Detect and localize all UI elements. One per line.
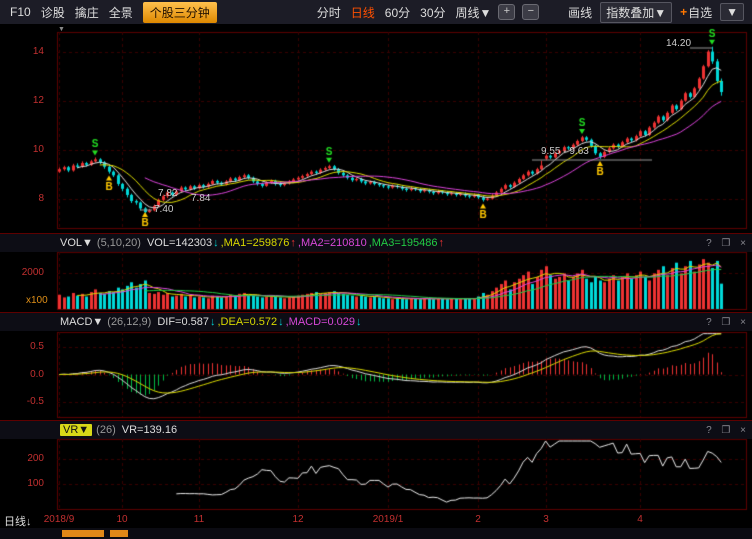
y-axis-label: 0.0 [2,369,44,380]
x-axis-label: 12 [275,514,321,525]
x-axis-label: 2018/9 [36,514,82,525]
x-axis-label: 10 [99,514,145,525]
vr-close-icon[interactable]: × [740,425,746,436]
macd-params: (26,12,9) [107,316,151,328]
price-annotation: 7.40 [154,204,173,215]
macd-indicator-dropdown[interactable]: MACD▼ [60,316,103,328]
y-axis-label: 12 [2,95,44,106]
vr-pane-header: VR▼ (26) VR=139.16 ? ❐ × [0,420,752,439]
x-axis-label: 3 [523,514,569,525]
tab-intraday[interactable]: 分时 [317,4,341,21]
vol-ma1-up-arrow-icon: ↑ [290,237,296,249]
vol-ma1-value: ,MA1=259876 [221,237,290,249]
macd-dea-value: ,DEA=0.572 [217,316,277,328]
vol-ma2-value: ,MA2=210810 [298,237,367,249]
vol-indicator-dropdown[interactable]: VOL▼ [60,237,93,249]
zoom-out-button[interactable]: − [522,4,539,20]
stock-3min-button[interactable]: 个股三分钟 [143,2,217,23]
panorama-button[interactable]: 全景 [109,4,133,21]
tab-60min[interactable]: 60分 [385,4,410,21]
main-price-chart[interactable] [0,26,752,233]
price-annotation: 9.55 - 9.63 [541,146,589,157]
vol-ma3-value: ,MA3=195486 [369,237,438,249]
index-overlay-dropdown[interactable]: 指数叠加▼ [600,2,672,23]
vr-pane-controls: ? ❐ × [699,425,746,436]
macd-pane-header: MACD▼ (26,12,9) DIF=0.587 ↓ ,DEA=0.572 ↓… [0,312,752,331]
macd-help-icon[interactable]: ? [706,317,712,328]
f10-button[interactable]: F10 [10,5,31,19]
period-selector[interactable]: 日线↓ [4,513,32,529]
x-axis-label: 11 [176,514,222,525]
y-axis-label: 200 [2,453,44,464]
add-watchlist-plus-icon[interactable]: + [680,5,687,19]
macd-hist-value: ,MACD=0.029 [286,316,355,328]
price-annotation: 7.82 [158,188,177,199]
vr-params: (26) [96,424,116,436]
vr-help-icon[interactable]: ? [706,425,712,436]
time-axis: 日线↓ 2018/9 10 11 12 2019/1 2 3 4 [0,512,752,528]
price-annotation: 7.84 [191,193,210,204]
macd-close-icon[interactable]: × [740,317,746,328]
vol-params: (5,10,20) [97,237,141,249]
stock-chart-app: F10 诊股 擒庄 全景 个股三分钟 分时 日线 60分 30分 周线▼ + −… [0,0,752,539]
vol-maximize-icon[interactable]: ❐ [721,238,730,249]
vol-down-arrow-icon: ↓ [213,237,219,249]
zoom-in-button[interactable]: + [498,4,515,20]
period-down-arrow-icon: ↓ [26,516,32,528]
macd-dea-down-arrow-icon: ↓ [278,316,284,328]
add-watchlist-button[interactable]: 自选 [688,4,712,21]
tab-30min[interactable]: 30分 [420,4,445,21]
macd-pane-controls: ? ❐ × [699,317,746,328]
period-label: 日线 [4,516,26,528]
x-axis-label: 2019/1 [365,514,411,525]
vr-value: VR=139.16 [122,424,177,436]
y-axis-label: 14 [2,46,44,57]
vol-close-icon[interactable]: × [740,238,746,249]
scrollbar-thumb-2[interactable] [110,530,128,537]
volume-unit-label: x100 [26,295,48,306]
tab-weekly-dropdown[interactable]: 周线▼ [456,4,492,21]
vol-help-icon[interactable]: ? [706,238,712,249]
macd-chart[interactable] [0,330,752,420]
x-axis-label: 2 [455,514,501,525]
x-axis-label: 4 [617,514,663,525]
scrollbar-thumb[interactable] [62,530,104,537]
macd-maximize-icon[interactable]: ❐ [721,317,730,328]
vr-indicator-dropdown[interactable]: VR▼ [60,424,92,436]
vr-maximize-icon[interactable]: ❐ [721,425,730,436]
vol-pane-controls: ? ❐ × [699,238,746,249]
y-axis-label: 10 [2,144,44,155]
y-axis-label: 8 [2,193,44,204]
vol-ma3-up-arrow-icon: ↑ [439,237,445,249]
top-toolbar: F10 诊股 擒庄 全景 个股三分钟 分时 日线 60分 30分 周线▼ + −… [0,0,752,24]
price-annotation: 14.20 [666,38,691,49]
y-axis-label: -0.5 [2,396,44,407]
tab-daily-active[interactable]: 日线 [351,4,375,21]
bottom-scrollbar [0,528,752,539]
macd-dif-down-arrow-icon: ↓ [210,316,216,328]
qinzhuang-button[interactable]: 擒庄 [75,4,99,21]
volume-chart[interactable] [0,251,752,312]
volume-pane-header: VOL▼ (5,10,20) VOL=142303 ↓ ,MA1=259876 … [0,233,752,252]
y-axis-label: 2000 [2,267,44,278]
diagnose-stock-button[interactable]: 诊股 [41,4,65,21]
vol-value: VOL=142303 [147,237,212,249]
draw-line-button[interactable]: 画线 [568,4,592,21]
vr-chart[interactable] [0,438,752,512]
watchlist-dropdown-icon[interactable]: ▼ [720,3,744,21]
y-axis-label: 0.5 [2,341,44,352]
y-axis-label: 100 [2,478,44,489]
macd-hist-down-arrow-icon: ↓ [356,316,362,328]
macd-dif-value: DIF=0.587 [157,316,209,328]
